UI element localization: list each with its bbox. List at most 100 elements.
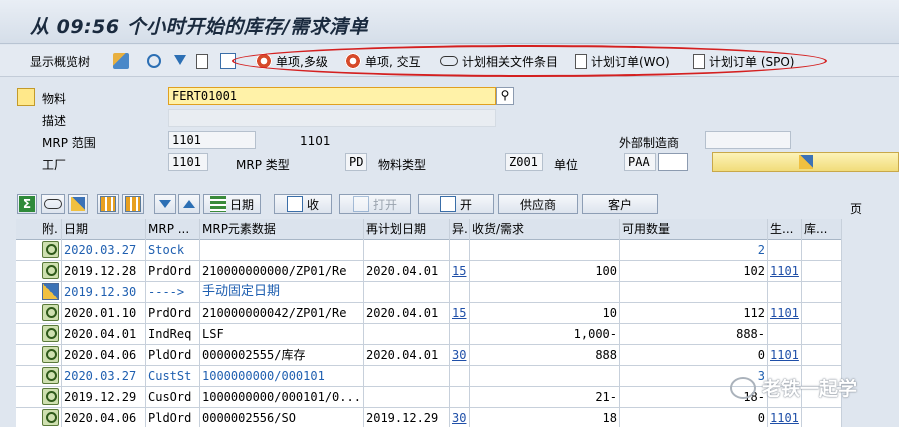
- magnifier-icon[interactable]: [42, 241, 59, 258]
- row-attach-cell[interactable]: [40, 303, 62, 324]
- row-attach-cell[interactable]: [40, 240, 62, 261]
- plan-docs-button[interactable]: 计划相关文件条目: [440, 51, 558, 71]
- cell-data: 0000002555/库存: [200, 345, 364, 366]
- vendor-button-label: 供应商: [519, 197, 556, 212]
- plant-label: 工厂: [42, 158, 67, 172]
- cell-date: 2020.04.06: [62, 408, 146, 427]
- cell-resched: [364, 387, 450, 408]
- plan-docs-label: 计划相关文件条目: [462, 54, 559, 69]
- triangle-up-icon: [181, 196, 197, 212]
- sort-desc-button[interactable]: [154, 194, 176, 214]
- layers-icon: [209, 196, 226, 212]
- tree-icon-button[interactable]: [113, 51, 129, 71]
- material-select-icon[interactable]: [17, 88, 35, 106]
- table-row[interactable]: 2020.01.10 PrdOrd 210000000042/ZP01/Re 2020…: [16, 303, 842, 324]
- cell-exc: [450, 282, 470, 303]
- page-title: 从 09:56 个小时开始的库存/需求清单: [30, 16, 369, 38]
- receipt-button[interactable]: 收: [274, 194, 332, 214]
- unit-label: 单位: [554, 158, 579, 172]
- unit-extra-field: [658, 153, 688, 171]
- magnifier-icon[interactable]: [42, 409, 59, 426]
- col-date[interactable]: 日期: [62, 219, 146, 240]
- cell-avail: 2: [620, 240, 768, 261]
- row-attach-cell[interactable]: [40, 324, 62, 345]
- table-row[interactable]: 2020.04.01 IndReq LSF 1,000- 888-: [16, 324, 842, 345]
- document-button[interactable]: [196, 51, 208, 71]
- open-button[interactable]: 打开: [339, 194, 411, 214]
- table-row[interactable]: 2019.12.28 PrdOrd 210000000000/ZP01/Re 2020…: [16, 261, 842, 282]
- cell-plant[interactable]: 1101: [768, 261, 802, 282]
- show-tree-button[interactable]: 显示概览树: [30, 51, 90, 71]
- date-button[interactable]: 日期: [203, 194, 261, 214]
- col-mrp-element[interactable]: MRP ...: [146, 219, 200, 240]
- material-input[interactable]: FERT01001: [168, 87, 496, 105]
- row-attach-cell[interactable]: [40, 282, 62, 303]
- table-row[interactable]: 2019.12.29 CusOrd 1000000000/000101/0... 21…: [16, 387, 842, 408]
- cell-plant: [768, 240, 802, 261]
- cell-avail: 112: [620, 303, 768, 324]
- description-label: 描述: [42, 114, 67, 128]
- col-resched[interactable]: 再计划日期: [364, 219, 450, 240]
- table-row[interactable]: 2020.03.27 Stock 2: [16, 240, 842, 261]
- edit-button[interactable]: [68, 194, 88, 214]
- plan-order-spo-label: 计划订单 (SPO): [709, 54, 795, 69]
- vendor-button[interactable]: 供应商: [498, 194, 578, 214]
- pencil-icon[interactable]: [42, 283, 59, 300]
- layout2-button[interactable]: [122, 194, 144, 214]
- col-storage[interactable]: 库...: [802, 219, 842, 240]
- table-row[interactable]: 2020.04.06 PldOrd 0000002556/SO 2019.12.29 3…: [16, 408, 842, 427]
- page-label: 页: [850, 202, 863, 216]
- cell-exc[interactable]: 30: [450, 408, 470, 427]
- calendar-filter-button[interactable]: [220, 51, 236, 71]
- plan-order-wo-button[interactable]: 计划订单(WO): [575, 51, 670, 71]
- cell-plant[interactable]: 1101: [768, 303, 802, 324]
- cell-date: 2020.04.06: [62, 345, 146, 366]
- customer-button-label: 客户: [607, 197, 632, 212]
- row-attach-cell[interactable]: [40, 387, 62, 408]
- layout-button[interactable]: [97, 194, 119, 214]
- glasses-icon: [440, 56, 458, 66]
- cell-qty: [470, 366, 620, 387]
- row-attach-cell[interactable]: [40, 261, 62, 282]
- lifebuoy-icon: [256, 53, 272, 69]
- col-qty[interactable]: 收货/需求: [470, 219, 620, 240]
- single-interactive-button[interactable]: 单项, 交互: [345, 51, 421, 71]
- table-row[interactable]: 2020.04.06 PldOrd 0000002555/库存 2020.04.01 3…: [16, 345, 842, 366]
- refresh-button[interactable]: [147, 51, 161, 71]
- open2-button[interactable]: 开: [418, 194, 494, 214]
- table-row[interactable]: 2020.03.27 CustSt 1000000000/000101 3: [16, 366, 842, 387]
- cell-exc[interactable]: 15: [450, 261, 470, 282]
- cell-exc[interactable]: 15: [450, 303, 470, 324]
- cell-plant[interactable]: 1101: [768, 345, 802, 366]
- col-attach[interactable]: 附.: [40, 219, 62, 240]
- cell-element: PldOrd: [146, 408, 200, 427]
- table-row[interactable]: 2019.12.30 ----> 手动固定日期: [16, 282, 842, 303]
- magnifier-icon[interactable]: [42, 367, 59, 384]
- magnifier-icon[interactable]: [42, 325, 59, 342]
- edit-header-button[interactable]: [712, 152, 899, 172]
- sum-button[interactable]: Σ: [17, 194, 37, 214]
- filter-button[interactable]: [172, 51, 188, 71]
- search-help-icon[interactable]: ⚲: [496, 87, 514, 105]
- cell-element: PldOrd: [146, 345, 200, 366]
- row-attach-cell[interactable]: [40, 366, 62, 387]
- magnifier-icon[interactable]: [42, 262, 59, 279]
- customer-button[interactable]: 客户: [582, 194, 658, 214]
- watermark-text: 老铁一起学: [762, 378, 858, 400]
- glasses-button[interactable]: [41, 194, 65, 214]
- cell-exc[interactable]: 30: [450, 345, 470, 366]
- col-exception[interactable]: 异.: [450, 219, 470, 240]
- magnifier-icon[interactable]: [42, 388, 59, 405]
- document-icon: [693, 53, 705, 69]
- sort-asc-button[interactable]: [178, 194, 200, 214]
- col-plant[interactable]: 生...: [768, 219, 802, 240]
- magnifier-icon[interactable]: [42, 304, 59, 321]
- col-available[interactable]: 可用数量: [620, 219, 768, 240]
- row-attach-cell[interactable]: [40, 345, 62, 366]
- row-attach-cell[interactable]: [40, 408, 62, 427]
- single-multilevel-button[interactable]: 单项,多级: [256, 51, 328, 71]
- cell-plant[interactable]: 1101: [768, 408, 802, 427]
- plan-order-spo-button[interactable]: 计划订单 (SPO): [693, 51, 794, 71]
- col-mrp-data[interactable]: MRP元素数据: [200, 219, 364, 240]
- magnifier-icon[interactable]: [42, 346, 59, 363]
